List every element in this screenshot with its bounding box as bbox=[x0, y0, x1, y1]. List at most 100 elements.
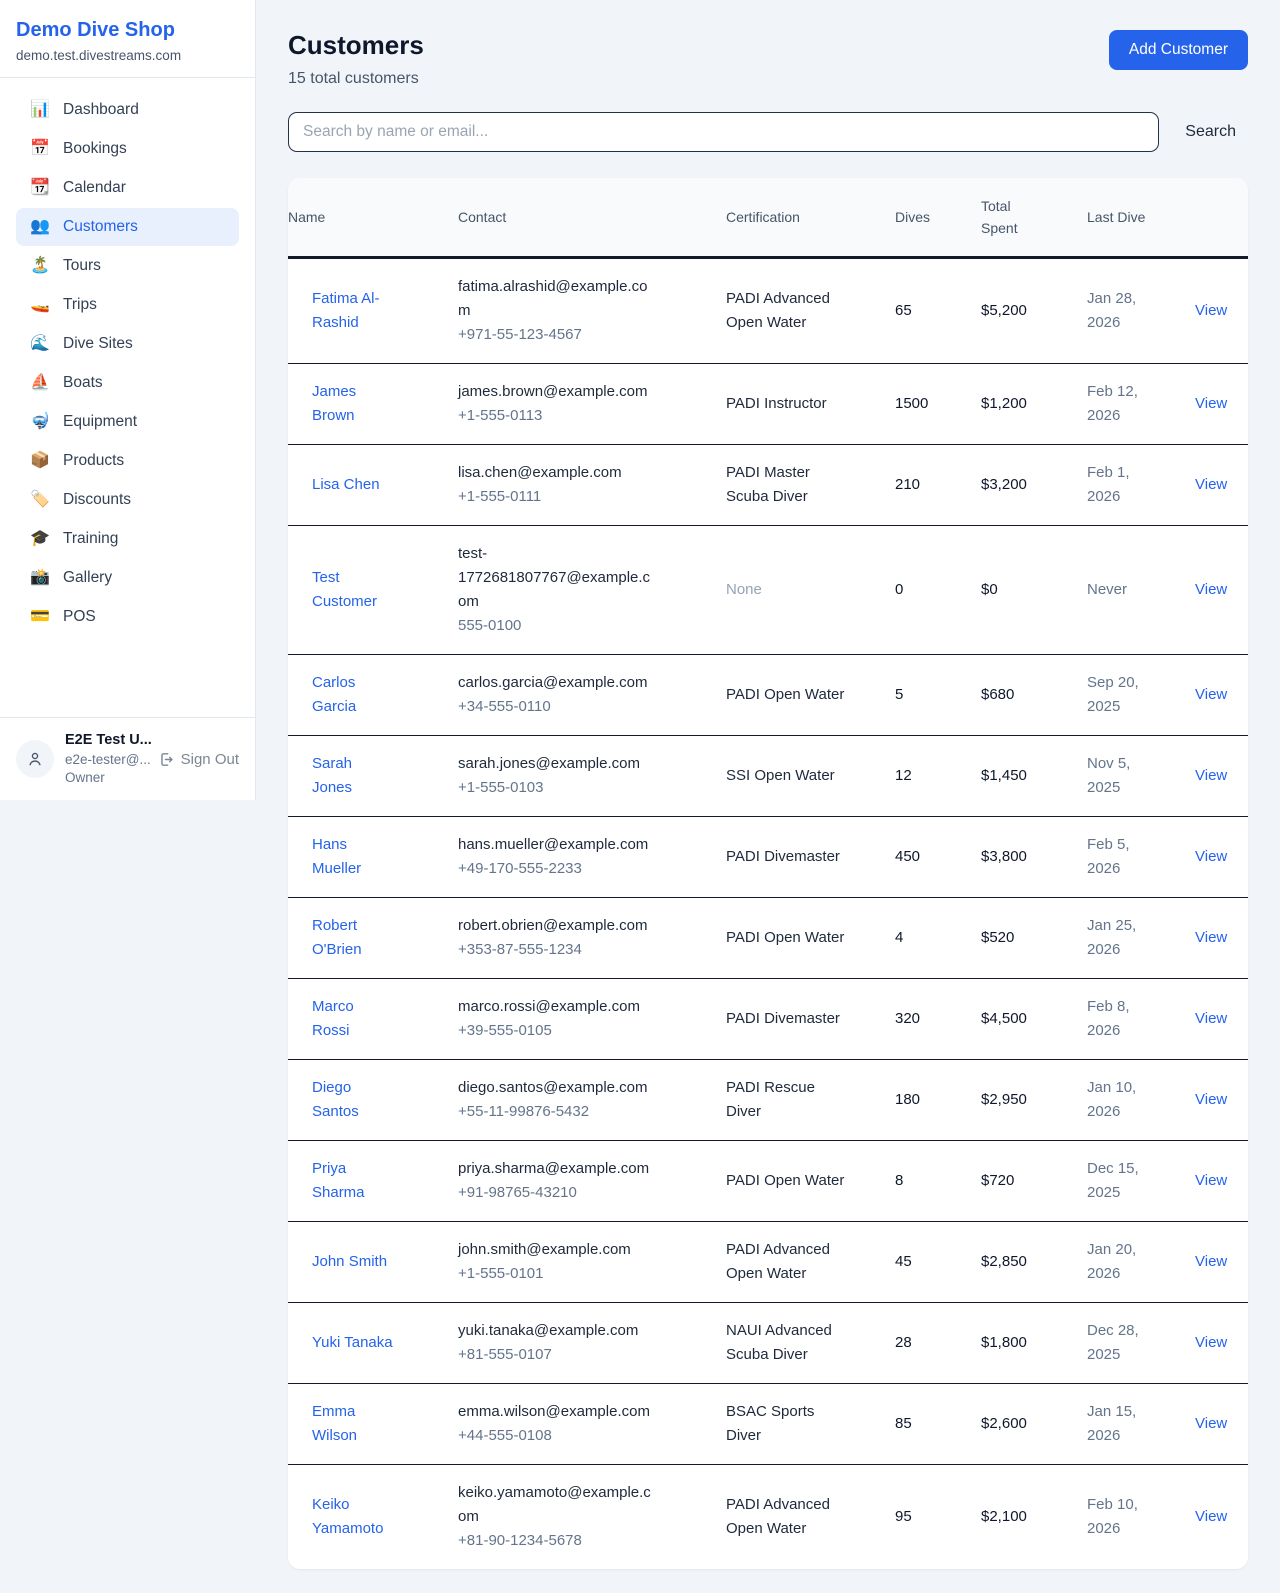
cell-view: View bbox=[1195, 1489, 1248, 1545]
nav-item-label: Products bbox=[63, 452, 124, 470]
customer-phone: +1-555-0113 bbox=[458, 404, 658, 428]
customer-certification: PADI Divemaster bbox=[726, 1010, 840, 1027]
cell-total-spent: $1,200 bbox=[981, 376, 1087, 432]
cell-certification: NAUI Advanced Scuba Diver bbox=[726, 1303, 895, 1383]
view-link[interactable]: View bbox=[1195, 1253, 1227, 1270]
sidebar-nav-item[interactable]: 🎓 Training bbox=[16, 520, 239, 558]
customer-phone: +1-555-0111 bbox=[458, 485, 658, 509]
view-link[interactable]: View bbox=[1195, 1172, 1227, 1189]
add-customer-button[interactable]: Add Customer bbox=[1109, 30, 1248, 70]
customer-certification: PADI Advanced Open Water bbox=[726, 1241, 830, 1282]
customer-row: Hans Mueller hans.mueller@example.com +4… bbox=[288, 816, 1248, 897]
customer-name-link[interactable]: Fatima Al-Rashid bbox=[312, 290, 380, 331]
cell-contact: diego.santos@example.com +55-11-99876-54… bbox=[458, 1060, 726, 1140]
view-link[interactable]: View bbox=[1195, 1508, 1227, 1525]
sidebar-nav-item[interactable]: 🏝️ Tours bbox=[16, 247, 239, 285]
view-link[interactable]: View bbox=[1195, 1415, 1227, 1432]
view-link[interactable]: View bbox=[1195, 1334, 1227, 1351]
cell-view: View bbox=[1195, 1315, 1248, 1371]
brand-name[interactable]: Demo Dive Shop bbox=[16, 18, 239, 42]
customer-certification: SSI Open Water bbox=[726, 767, 835, 784]
customer-row: James Brown james.brown@example.com +1-5… bbox=[288, 363, 1248, 444]
sidebar-nav-item[interactable]: 🏷️ Discounts bbox=[16, 481, 239, 519]
sidebar-nav-item[interactable]: 📆 Calendar bbox=[16, 169, 239, 207]
sidebar-nav-item[interactable]: 👥 Customers bbox=[16, 208, 239, 246]
cell-name: Carlos Garcia bbox=[288, 655, 458, 735]
column-header: Dives bbox=[895, 189, 981, 245]
cell-dives: 450 bbox=[895, 829, 981, 885]
view-link[interactable]: View bbox=[1195, 1010, 1227, 1027]
customer-name-link[interactable]: Priya Sharma bbox=[312, 1160, 365, 1201]
customer-name-link[interactable]: Hans Mueller bbox=[312, 836, 361, 877]
sign-out-label: Sign Out bbox=[181, 751, 239, 768]
cell-last-dive: Feb 12, 2026 bbox=[1087, 364, 1195, 444]
cell-name: Test Customer bbox=[288, 550, 458, 630]
cell-last-dive: Feb 10, 2026 bbox=[1087, 1477, 1195, 1557]
customer-name-link[interactable]: Robert O'Brien bbox=[312, 917, 362, 958]
cell-name: Lisa Chen bbox=[288, 457, 458, 513]
customer-certification: BSAC Sports Diver bbox=[726, 1403, 814, 1444]
customer-name-link[interactable]: Yuki Tanaka bbox=[312, 1334, 393, 1351]
customer-row: Marco Rossi marco.rossi@example.com +39-… bbox=[288, 978, 1248, 1059]
customer-certification: PADI Rescue Diver bbox=[726, 1079, 815, 1120]
customer-name-link[interactable]: James Brown bbox=[312, 383, 356, 424]
view-link[interactable]: View bbox=[1195, 848, 1227, 865]
cell-view: View bbox=[1195, 1153, 1248, 1209]
customer-phone: 555-0100 bbox=[458, 614, 658, 638]
customer-name-link[interactable]: Test Customer bbox=[312, 569, 377, 610]
sidebar-nav-item[interactable]: 🌊 Dive Sites bbox=[16, 325, 239, 363]
cell-name: Fatima Al-Rashid bbox=[288, 271, 458, 351]
cell-view: View bbox=[1195, 829, 1248, 885]
cell-certification: SSI Open Water bbox=[726, 748, 895, 804]
search-button[interactable]: Search bbox=[1185, 123, 1248, 141]
view-link[interactable]: View bbox=[1195, 686, 1227, 703]
view-link[interactable]: View bbox=[1195, 767, 1227, 784]
cell-last-dive: Jan 25, 2026 bbox=[1087, 898, 1195, 978]
customer-name-link[interactable]: Sarah Jones bbox=[312, 755, 352, 796]
sidebar-nav-item[interactable]: 📸 Gallery bbox=[16, 559, 239, 597]
cell-contact: emma.wilson@example.com +44-555-0108 bbox=[458, 1384, 726, 1464]
user-avatar bbox=[16, 740, 54, 778]
sign-out-button[interactable]: Sign Out bbox=[157, 751, 239, 768]
view-link[interactable]: View bbox=[1195, 395, 1227, 412]
view-link[interactable]: View bbox=[1195, 302, 1227, 319]
customer-name-link[interactable]: Diego Santos bbox=[312, 1079, 359, 1120]
cell-name: Hans Mueller bbox=[288, 817, 458, 897]
sidebar-nav-item[interactable]: 📅 Bookings bbox=[16, 130, 239, 168]
customer-name-link[interactable]: Lisa Chen bbox=[312, 476, 380, 493]
view-link[interactable]: View bbox=[1195, 929, 1227, 946]
cell-total-spent: $3,200 bbox=[981, 457, 1087, 513]
nav-item-label: Equipment bbox=[63, 413, 137, 431]
sidebar-nav-item[interactable]: 📊 Dashboard bbox=[16, 91, 239, 129]
sidebar-nav-item[interactable]: 💳 POS bbox=[16, 598, 239, 636]
sidebar-nav-item[interactable]: 📦 Products bbox=[16, 442, 239, 480]
customer-name-link[interactable]: John Smith bbox=[312, 1253, 387, 1270]
nav-item-icon: 🌊 bbox=[30, 336, 50, 352]
view-link[interactable]: View bbox=[1195, 581, 1227, 598]
cell-total-spent: $0 bbox=[981, 562, 1087, 618]
sidebar-nav-item[interactable]: 🚤 Trips bbox=[16, 286, 239, 324]
cell-certification: None bbox=[726, 562, 895, 618]
cell-contact: test-1772681807767@example.com 555-0100 bbox=[458, 526, 726, 654]
sidebar-nav-item[interactable]: ⛵ Boats bbox=[16, 364, 239, 402]
nav-item-label: Boats bbox=[63, 374, 103, 392]
cell-total-spent: $3,800 bbox=[981, 829, 1087, 885]
cell-name: Keiko Yamamoto bbox=[288, 1477, 458, 1557]
search-input[interactable] bbox=[288, 112, 1159, 152]
sidebar-nav-item[interactable]: 🤿 Equipment bbox=[16, 403, 239, 441]
view-link[interactable]: View bbox=[1195, 1091, 1227, 1108]
customer-certification: PADI Open Water bbox=[726, 929, 844, 946]
customer-name-link[interactable]: Marco Rossi bbox=[312, 998, 354, 1039]
view-link[interactable]: View bbox=[1195, 476, 1227, 493]
app-root: Demo Dive Shop demo.test.divestreams.com… bbox=[0, 0, 1280, 1593]
cell-total-spent: $2,950 bbox=[981, 1072, 1087, 1128]
cell-total-spent: $1,800 bbox=[981, 1315, 1087, 1371]
brand-block: Demo Dive Shop demo.test.divestreams.com bbox=[0, 0, 255, 78]
cell-total-spent: $2,850 bbox=[981, 1234, 1087, 1290]
customer-name-link[interactable]: Emma Wilson bbox=[312, 1403, 357, 1444]
customer-name-link[interactable]: Carlos Garcia bbox=[312, 674, 356, 715]
customer-phone: +1-555-0101 bbox=[458, 1262, 658, 1286]
customer-name-link[interactable]: Keiko Yamamoto bbox=[312, 1496, 383, 1537]
cell-last-dive: Dec 15, 2025 bbox=[1087, 1141, 1195, 1221]
cell-name: Marco Rossi bbox=[288, 979, 458, 1059]
